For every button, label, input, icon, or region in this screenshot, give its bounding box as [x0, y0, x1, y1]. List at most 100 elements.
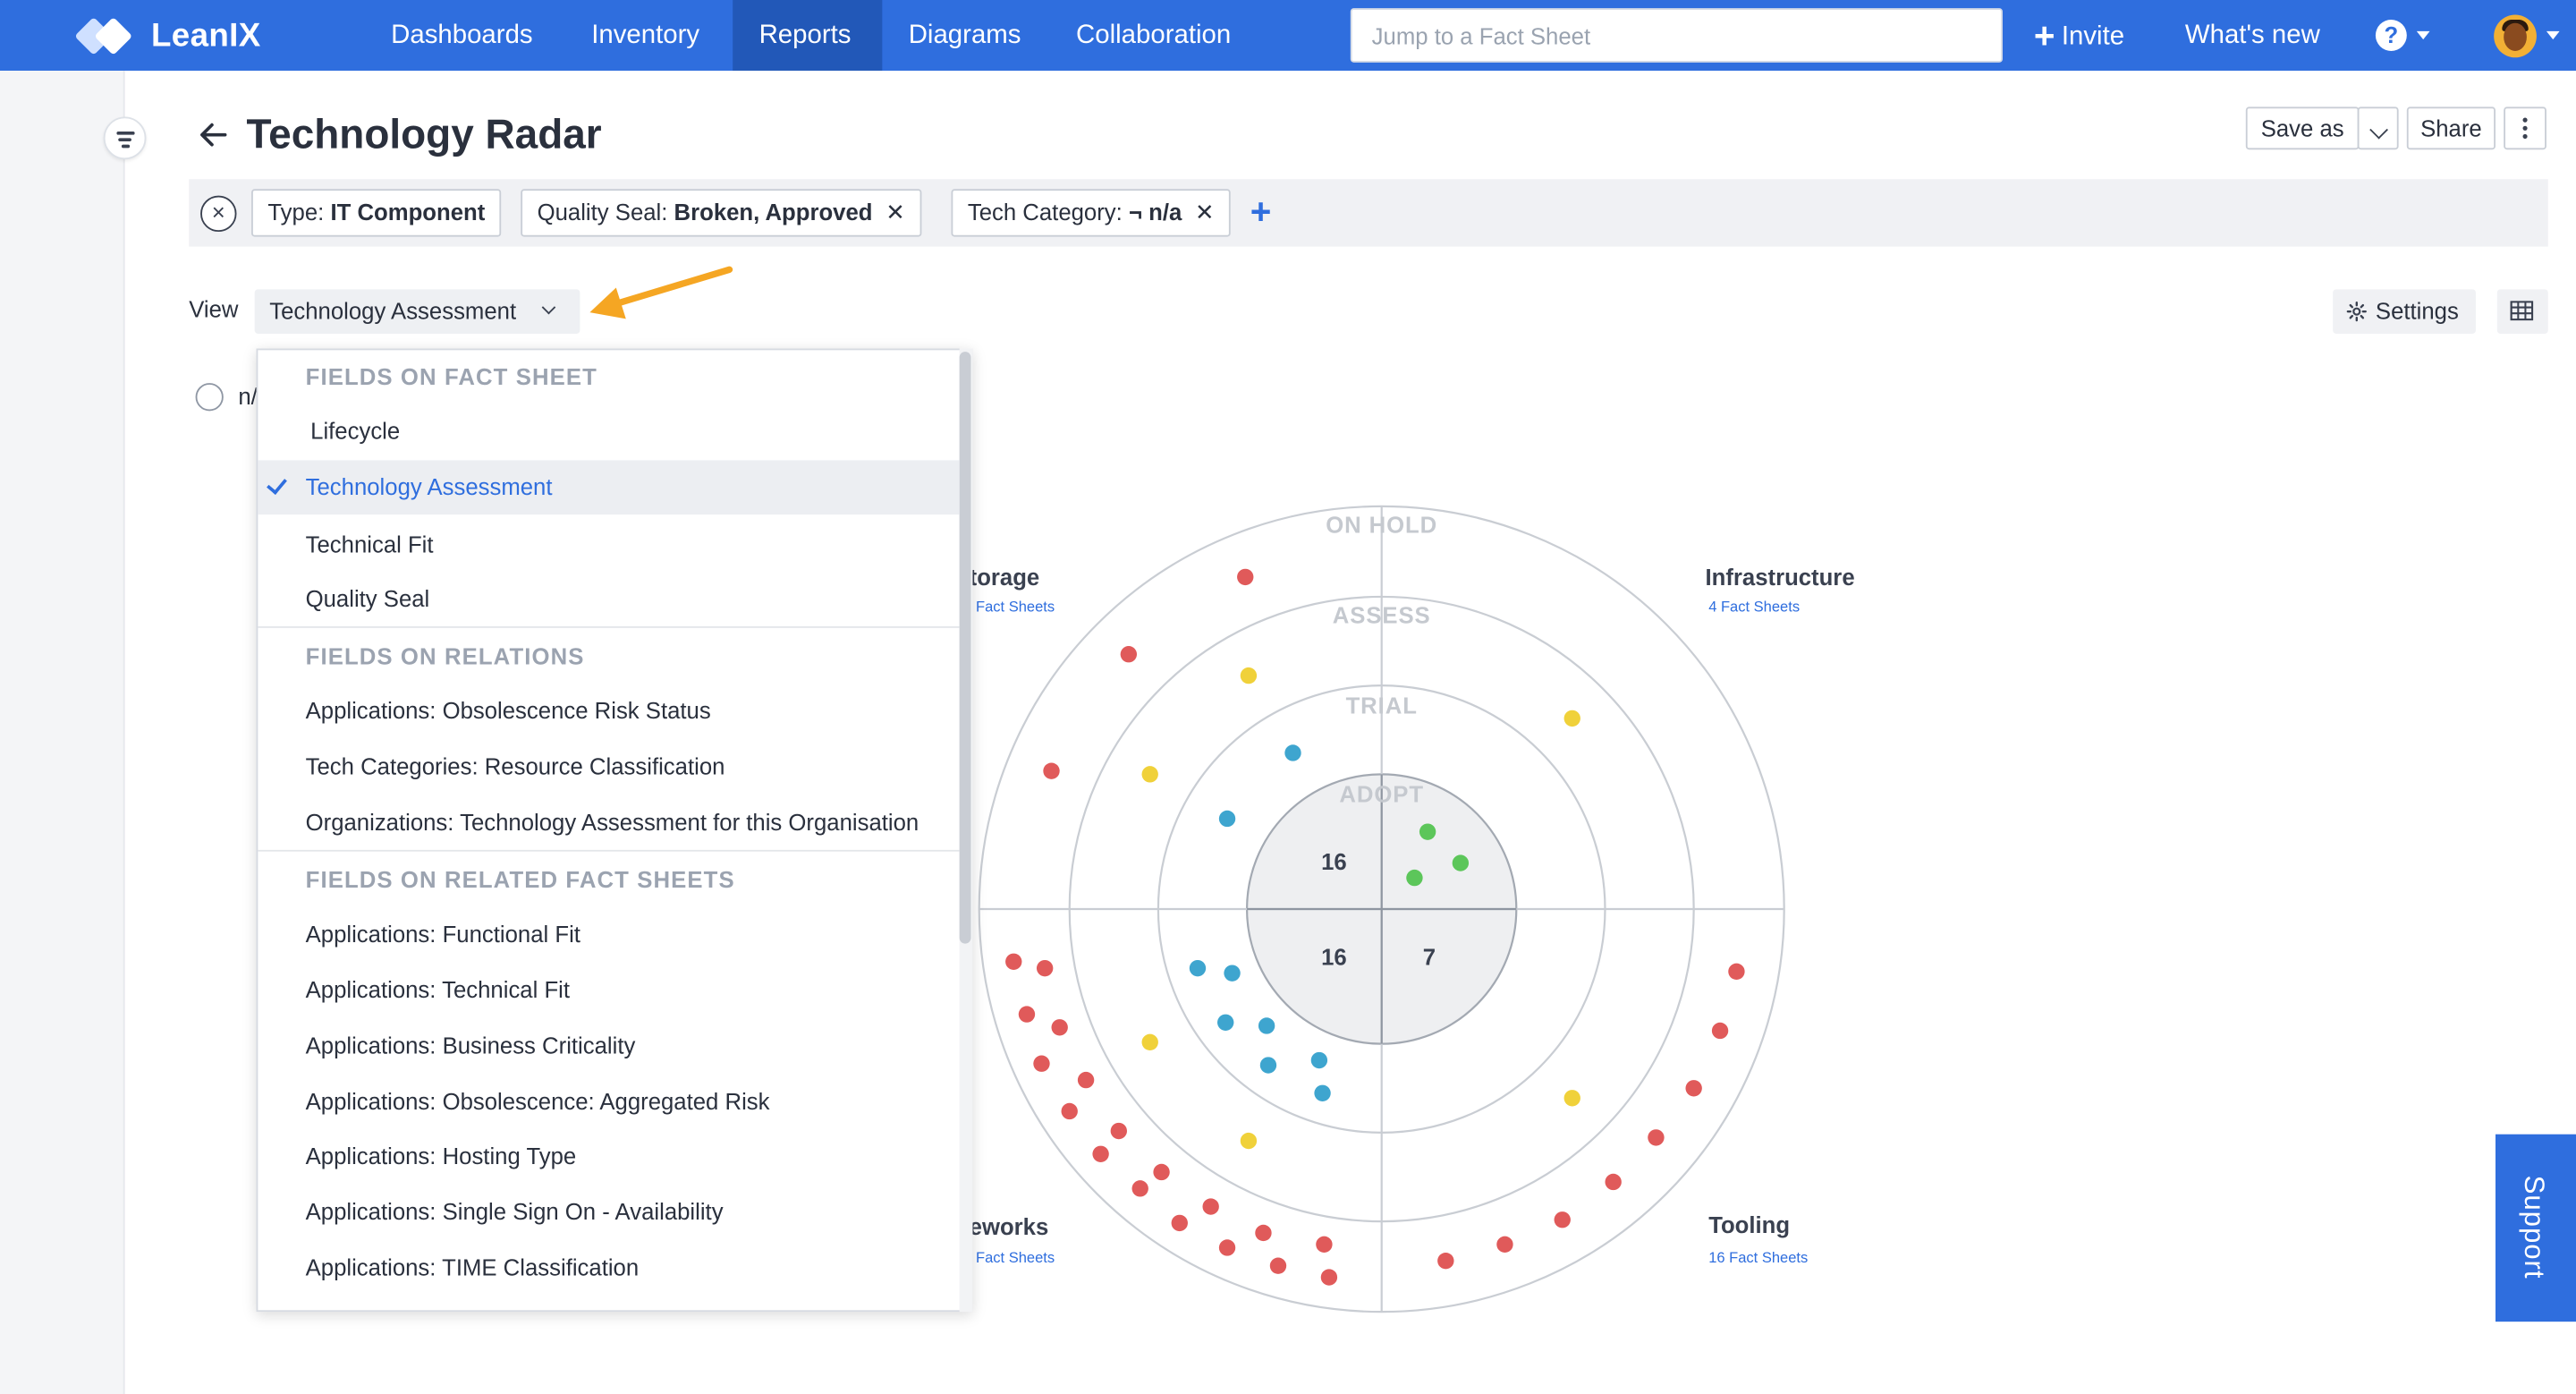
- radar-fact-sheet-dot: [1452, 854, 1470, 871]
- clear-filters-icon[interactable]: ×: [200, 195, 237, 233]
- kebab-menu-icon: [2522, 117, 2528, 140]
- radar-fact-sheet-dot: [1120, 646, 1138, 663]
- dropdown-option[interactable]: Applications: Obsolescence: Aggregated R…: [306, 1088, 770, 1114]
- radar-fact-sheet-dot: [1005, 953, 1022, 970]
- remove-filter-icon[interactable]: ✕: [886, 199, 905, 225]
- radar-fact-sheet-dot: [1605, 1173, 1622, 1191]
- user-menu-chevron-down-icon[interactable]: [2546, 30, 2560, 40]
- radar-fact-sheet-dot: [1218, 1239, 1236, 1256]
- radar-fact-sheet-dot: [1202, 1198, 1219, 1215]
- radar-fact-sheet-dot: [1189, 959, 1207, 977]
- dropdown-option[interactable]: Applications: Obsolescence Risk Status: [306, 697, 711, 723]
- dropdown-option[interactable]: Tech Categories: Resource Classification: [306, 752, 725, 778]
- dropdown-option[interactable]: Organizations: Technology Assessment for…: [306, 809, 919, 835]
- dropdown-option[interactable]: Applications: Hosting Type: [306, 1143, 577, 1169]
- dropdown-option[interactable]: Applications: TIME Classification: [306, 1254, 640, 1280]
- radar-fact-sheet-dot: [1496, 1236, 1513, 1253]
- radar-fact-sheet-dot: [1563, 710, 1580, 727]
- view-select[interactable]: Technology Assessment: [254, 289, 580, 334]
- radar-fact-sheet-dot: [1061, 1102, 1078, 1120]
- filter-chip-type[interactable]: Type: IT Component: [251, 189, 502, 237]
- save-as-button[interactable]: Save as: [2245, 106, 2360, 150]
- radar-fact-sheet-dot: [1711, 1022, 1729, 1040]
- invite-button[interactable]: + Invite: [2034, 0, 2124, 71]
- view-selected-value: Technology Assessment: [269, 297, 517, 324]
- radar-quadrant-subtitle: 16 Fact Sheets: [1708, 1249, 1808, 1266]
- filter-chip-tech-category[interactable]: Tech Category: ¬ n/a ✕: [951, 189, 1231, 237]
- radar-fact-sheet-dot: [1648, 1129, 1665, 1146]
- dropdown-divider: [258, 625, 960, 628]
- whats-new-link[interactable]: What's new: [2185, 0, 2320, 71]
- dropdown-option[interactable]: Applications: Business Criticality: [306, 1033, 636, 1058]
- radar-fact-sheet-dot: [1563, 1090, 1580, 1107]
- radar-fact-sheet-dot: [1284, 744, 1301, 761]
- filter-icon: [116, 131, 135, 135]
- share-button[interactable]: Share: [2406, 106, 2496, 150]
- radar-fact-sheet-dot: [1728, 963, 1745, 981]
- radar-fact-sheet-dot: [1224, 965, 1241, 982]
- dropdown-option[interactable]: Applications: Single Sign On - Availabil…: [306, 1198, 724, 1224]
- na-toggle-radio[interactable]: [195, 383, 224, 412]
- dropdown-group-title: FIELDS ON RELATED FACT SHEETS: [305, 866, 735, 893]
- table-view-button[interactable]: [2496, 289, 2548, 334]
- nav-diagrams[interactable]: Diagrams: [882, 0, 1047, 71]
- remove-filter-icon[interactable]: ✕: [1195, 199, 1215, 225]
- filter-chip-quality-seal[interactable]: Quality Seal: Broken, Approved ✕: [521, 189, 922, 237]
- dropdown-group-title: FIELDS ON RELATIONS: [305, 642, 585, 669]
- radar-fact-sheet-dot: [1406, 869, 1423, 887]
- chip-key: Quality Seal:: [537, 199, 674, 225]
- radar-fact-sheet-dot: [1419, 823, 1436, 840]
- support-tab[interactable]: Support: [2496, 1134, 2576, 1322]
- settings-button[interactable]: Settings: [2333, 289, 2476, 334]
- radar-fact-sheet-dot: [1033, 1055, 1050, 1072]
- radar-quadrant-title: Infrastructure: [1706, 565, 1855, 591]
- nav-collaboration[interactable]: Collaboration: [1050, 0, 1258, 71]
- search-input[interactable]: [1352, 10, 2002, 61]
- page-title: Technology Radar: [246, 111, 602, 158]
- dropdown-divider: [258, 849, 960, 852]
- radar-fact-sheet-dot: [1240, 667, 1258, 684]
- back-arrow-icon[interactable]: [194, 115, 233, 155]
- filter-toggle-button[interactable]: [103, 116, 147, 160]
- table-icon: [2510, 301, 2534, 321]
- radar-ring-label: TRIAL: [1346, 693, 1418, 718]
- more-options-button[interactable]: [2504, 106, 2546, 150]
- help-chevron-down-icon[interactable]: [2416, 30, 2430, 40]
- radar-ring-label: ON HOLD: [1326, 513, 1437, 538]
- filter-icon-line: [118, 138, 131, 142]
- dropdown-option-lifecycle[interactable]: Lifecycle: [310, 418, 400, 444]
- dropdown-option-quality-seal[interactable]: Quality Seal: [306, 585, 430, 611]
- radar-fact-sheet-dot: [1316, 1236, 1333, 1253]
- radar-fact-sheet-dot: [1171, 1214, 1188, 1232]
- leanix-logo[interactable]: LeanIX: [74, 13, 260, 59]
- dropdown-scrollbar-thumb[interactable]: [959, 352, 971, 944]
- radar-fact-sheet-dot: [1141, 766, 1158, 783]
- add-filter-icon[interactable]: +: [1250, 191, 1272, 234]
- dropdown-option[interactable]: Applications: Technical Fit: [306, 976, 570, 1002]
- dropdown-option-technical-fit[interactable]: Technical Fit: [306, 531, 434, 557]
- save-as-dropdown-button[interactable]: [2357, 106, 2399, 150]
- chip-value: ¬ n/a: [1128, 199, 1182, 225]
- radar-fact-sheet-dot: [1036, 959, 1054, 977]
- nav-reports[interactable]: Reports: [733, 0, 883, 72]
- chevron-down-icon: [541, 300, 556, 315]
- dropdown-option-technology-assessment[interactable]: Technology Assessment: [306, 473, 553, 499]
- chevron-down-icon: [2368, 120, 2388, 140]
- radar-core-count: 7: [1423, 945, 1436, 970]
- nav-dashboards[interactable]: Dashboards: [365, 0, 559, 71]
- radar-fact-sheet-dot: [1685, 1080, 1702, 1097]
- radar-fact-sheet-dot: [1255, 1224, 1272, 1242]
- radar-fact-sheet-dot: [1217, 1014, 1234, 1031]
- radar-core-count: 16: [1321, 945, 1347, 970]
- radar-fact-sheet-dot: [1092, 1145, 1109, 1162]
- radar-fact-sheet-dot: [1141, 1033, 1158, 1051]
- help-icon[interactable]: ?: [2375, 20, 2407, 51]
- support-label: Support: [2518, 1175, 2550, 1279]
- nav-inventory[interactable]: Inventory: [565, 0, 726, 71]
- dropdown-option[interactable]: Applications: Functional Fit: [306, 921, 580, 947]
- settings-label: Settings: [2375, 297, 2459, 324]
- user-avatar[interactable]: [2494, 14, 2537, 58]
- radar-quadrant-title: torage: [970, 565, 1040, 591]
- fact-sheet-search[interactable]: [1350, 8, 2003, 63]
- radar-fact-sheet-dot: [1237, 568, 1254, 586]
